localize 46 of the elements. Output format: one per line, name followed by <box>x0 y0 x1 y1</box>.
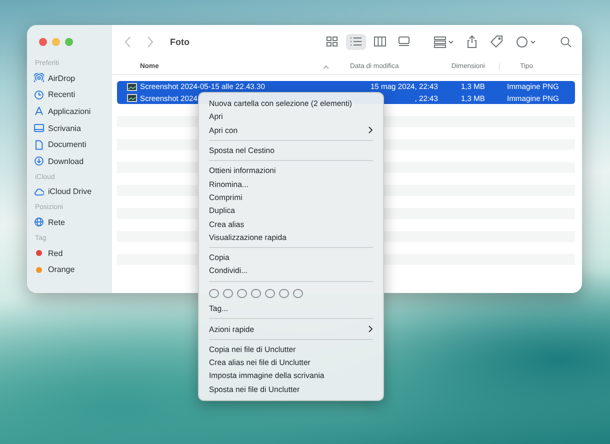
desktop-icon <box>34 123 44 134</box>
tag-icon[interactable] <box>490 35 503 48</box>
columns-view-icon <box>374 36 386 47</box>
list-view-icon <box>350 36 362 47</box>
apps-icon <box>34 106 44 116</box>
zoom-button[interactable] <box>65 38 73 46</box>
clock-icon <box>34 90 44 100</box>
sidebar-item[interactable]: Rete <box>34 214 112 231</box>
minimize-button[interactable] <box>52 38 60 46</box>
share-icon[interactable] <box>467 35 477 48</box>
more-icon[interactable] <box>516 36 536 48</box>
tag-circle[interactable] <box>251 288 260 298</box>
sidebar-item[interactable]: Orange <box>34 261 112 278</box>
sidebar-item[interactable]: AirDrop <box>34 70 112 87</box>
close-button[interactable] <box>39 38 47 46</box>
tag-circle[interactable] <box>293 288 302 298</box>
forward-icon[interactable] <box>146 36 154 48</box>
airdrop-icon <box>34 73 44 84</box>
submenu-chevron-icon <box>368 325 373 333</box>
sort-chevron-icon <box>323 65 329 69</box>
sidebar-item[interactable]: iCloud Drive <box>34 184 112 200</box>
tag-circle[interactable] <box>223 288 232 298</box>
image-file-icon <box>127 82 137 91</box>
tag-circle[interactable] <box>237 288 246 298</box>
sidebar-item[interactable]: Recenti <box>34 86 112 104</box>
grid-view-icon <box>326 36 338 47</box>
sidebar-item[interactable]: Download <box>34 152 112 170</box>
tag-circle[interactable] <box>279 288 288 298</box>
list-view-button[interactable] <box>346 34 366 50</box>
document-icon <box>34 140 44 150</box>
tag-circle[interactable] <box>265 288 274 298</box>
tag-circle[interactable] <box>209 288 218 298</box>
gallery-view-icon <box>398 36 410 47</box>
cloud-icon <box>34 186 44 197</box>
image-file-icon <box>127 94 137 102</box>
download-icon <box>34 156 44 166</box>
search-icon[interactable] <box>560 36 572 48</box>
sidebar-item[interactable]: Documenti <box>34 136 112 153</box>
sidebar-item[interactable]: Scrivania <box>34 120 112 136</box>
sidebar-item[interactable]: Applicazioni <box>34 103 112 120</box>
submenu-chevron-icon <box>368 126 373 134</box>
globe-icon <box>34 217 44 228</box>
sidebar-item[interactable]: Red <box>34 244 112 262</box>
back-icon[interactable] <box>124 36 132 48</box>
group-menu-icon[interactable] <box>434 36 454 48</box>
window-title: Foto <box>170 36 190 46</box>
